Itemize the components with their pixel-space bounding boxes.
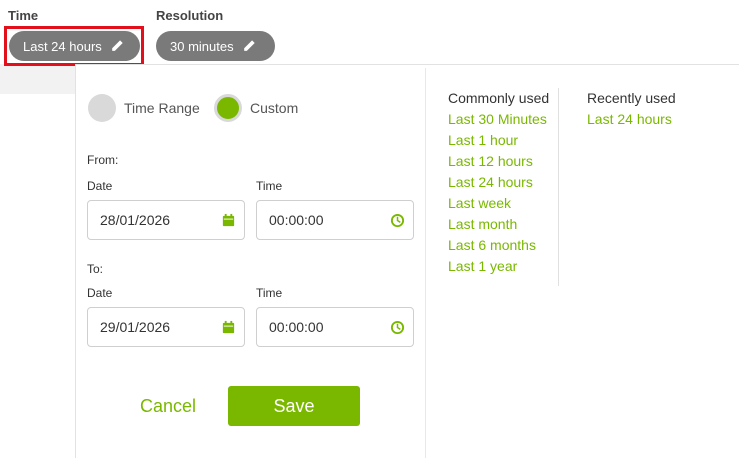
from-time-input[interactable]: 00:00:00 [256,200,414,240]
resolution-pill-value: 30 minutes [170,38,234,54]
from-time-value: 00:00:00 [269,212,324,228]
commonly-used-title: Commonly used [448,90,550,106]
quick-range-item[interactable]: Last 1 year [448,258,547,279]
to-time-label: Time [256,286,283,300]
from-date-label: Date [87,179,113,193]
cancel-button[interactable]: Cancel [140,396,196,417]
calendar-icon[interactable] [221,213,236,228]
save-button[interactable]: Save [228,386,360,426]
to-time-value: 00:00:00 [269,319,324,335]
column-divider [558,88,559,286]
recently-used-title: Recently used [587,90,676,106]
from-date-value: 28/01/2026 [100,212,171,228]
to-date-value: 29/01/2026 [100,319,171,335]
custom-radio[interactable]: Custom [214,94,298,122]
recent-range-item[interactable]: Last 24 hours [587,111,672,132]
quick-range-item[interactable]: Last week [448,195,547,216]
radio-on-indicator [214,94,242,122]
to-date-label: Date [87,286,113,300]
quick-range-item[interactable]: Last 6 months [448,237,547,258]
to-time-input[interactable]: 00:00:00 [256,307,414,347]
time-range-radio[interactable]: Time Range [88,94,200,122]
background-strip [0,64,82,94]
quick-range-item[interactable]: Last month [448,216,547,237]
commonly-used-list: Last 30 Minutes Last 1 hour Last 12 hour… [448,111,547,279]
from-date-input[interactable]: 28/01/2026 [87,200,245,240]
radio-off-indicator [88,94,116,122]
time-range-label: Time Range [124,100,200,116]
quick-range-item[interactable]: Last 24 hours [448,174,547,195]
calendar-icon[interactable] [221,320,236,335]
from-time-label: Time [256,179,283,193]
clock-icon[interactable] [390,213,405,228]
quick-range-item[interactable]: Last 12 hours [448,153,547,174]
clock-icon[interactable] [390,320,405,335]
resolution-label: Resolution [156,8,224,23]
recently-used-list: Last 24 hours [587,111,672,132]
from-label: From: [87,153,119,167]
panel-divider [425,68,426,458]
highlight-box [4,26,144,66]
quick-range-item[interactable]: Last 1 hour [448,132,547,153]
custom-label: Custom [250,100,299,116]
resolution-pill-button[interactable]: 30 minutes [156,31,275,61]
to-label: To: [87,262,104,276]
time-label: Time [8,8,39,23]
to-date-input[interactable]: 29/01/2026 [87,307,245,347]
pencil-icon [243,40,255,51]
quick-range-item[interactable]: Last 30 Minutes [448,111,547,132]
